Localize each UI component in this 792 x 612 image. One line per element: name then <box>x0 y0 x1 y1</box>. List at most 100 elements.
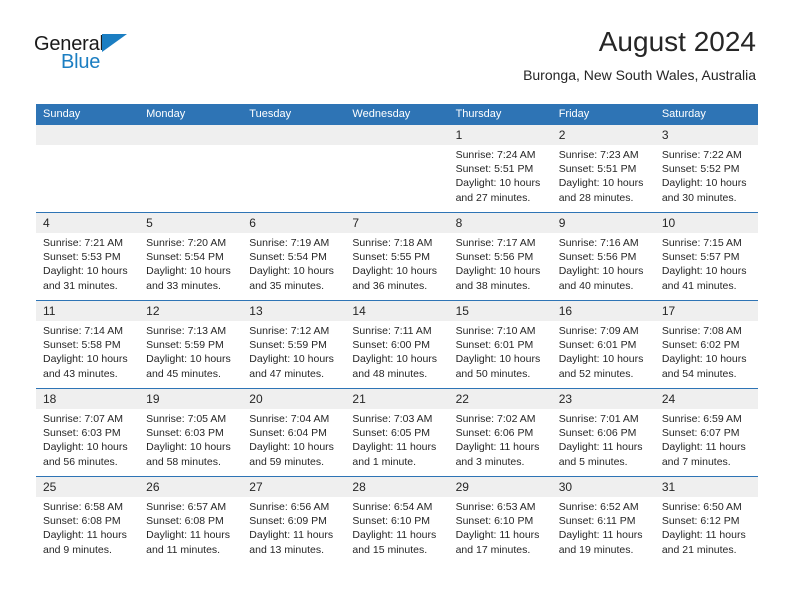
day-number: 24 <box>654 389 758 409</box>
daylight-text: Daylight: 11 hours and 9 minutes. <box>43 529 127 556</box>
sunrise-text: Sunrise: 6:52 AM <box>558 501 639 513</box>
sunset-text: Sunset: 5:51 PM <box>558 163 637 176</box>
calendar-day-cell[interactable]: 24 Sunrise: 6:59 AM Sunset: 6:07 PM Dayligh… <box>654 388 758 477</box>
logo-triangle-icon <box>102 34 127 52</box>
day-details: Sunrise: 6:58 AM Sunset: 6:08 PM Daylight:… <box>36 497 139 557</box>
sunset-text: Sunset: 6:10 PM <box>455 515 534 528</box>
day-number: 1 <box>448 125 552 145</box>
calendar-day-cell[interactable]: 29 Sunrise: 6:53 AM Sunset: 6:10 PM Dayligh… <box>448 476 552 565</box>
daylight-text: Daylight: 10 hours and 56 minutes. <box>43 441 128 468</box>
daylight-text: Daylight: 10 hours and 36 minutes. <box>352 265 438 292</box>
day-details: Sunrise: 7:01 AM Sunset: 6:06 PM Daylight:… <box>552 409 655 469</box>
daylight-text: Daylight: 11 hours and 1 minute. <box>352 441 437 468</box>
daylight-text: Daylight: 10 hours and 59 minutes. <box>249 441 334 468</box>
sunset-text: Sunset: 6:00 PM <box>352 339 431 352</box>
calendar-day-cell[interactable]: 28 Sunrise: 6:54 AM Sunset: 6:10 PM Dayligh… <box>345 476 449 565</box>
calendar-day-cell[interactable]: 18 Sunrise: 7:07 AM Sunset: 6:03 PM Dayligh… <box>36 388 140 477</box>
sunrise-text: Sunrise: 7:21 AM <box>43 237 123 249</box>
daylight-text: Daylight: 10 hours and 28 minutes. <box>558 177 644 204</box>
calendar-day-cell[interactable]: 30 Sunrise: 6:52 AM Sunset: 6:11 PM Dayligh… <box>551 476 655 565</box>
day-details: Sunrise: 7:23 AM Sunset: 5:51 PM Daylight:… <box>552 145 655 205</box>
calendar-day-cell[interactable]: 17 Sunrise: 7:08 AM Sunset: 6:02 PM Dayligh… <box>654 300 758 389</box>
day-details: Sunrise: 7:18 AM Sunset: 5:55 PM Daylight:… <box>345 233 448 293</box>
sunset-text: Sunset: 6:06 PM <box>455 427 534 440</box>
sunrise-text: Sunrise: 7:03 AM <box>352 413 433 425</box>
calendar-day-cell[interactable]: 3 Sunrise: 7:22 AM Sunset: 5:52 PM Daylight… <box>654 124 758 213</box>
day-number: 2 <box>551 125 655 145</box>
calendar-day-cell[interactable]: 23 Sunrise: 7:01 AM Sunset: 6:06 PM Dayligh… <box>551 388 655 477</box>
calendar-day-cell[interactable]: 20 Sunrise: 7:04 AM Sunset: 6:04 PM Dayligh… <box>242 388 346 477</box>
calendar-day-cell[interactable]: 13 Sunrise: 7:12 AM Sunset: 5:59 PM Dayligh… <box>242 300 346 389</box>
general-blue-logo[interactable]: General Blue <box>34 34 154 78</box>
sunrise-text: Sunrise: 6:59 AM <box>661 413 742 425</box>
daylight-text: Daylight: 10 hours and 38 minutes. <box>455 265 541 292</box>
sunset-text: Sunset: 6:05 PM <box>352 427 431 440</box>
calendar-day-cell[interactable]: 5 Sunrise: 7:20 AM Sunset: 5:54 PM Daylight… <box>139 212 243 301</box>
sunrise-text: Sunrise: 7:15 AM <box>661 237 742 249</box>
weekday-header-sunday: Sunday <box>36 104 140 125</box>
calendar-day-cell[interactable]: 6 Sunrise: 7:19 AM Sunset: 5:54 PM Daylight… <box>242 212 346 301</box>
day-number: 26 <box>139 477 243 497</box>
weekday-header-thursday: Thursday <box>448 104 552 125</box>
calendar-table: Sunday Monday Tuesday Wednesday Thursday… <box>36 104 758 565</box>
day-number: 5 <box>139 213 243 233</box>
sunrise-text: Sunrise: 7:11 AM <box>352 325 432 337</box>
calendar-day-cell[interactable]: 19 Sunrise: 7:05 AM Sunset: 6:03 PM Dayligh… <box>139 388 243 477</box>
sunrise-text: Sunrise: 7:10 AM <box>455 325 536 337</box>
daylight-text: Daylight: 11 hours and 11 minutes. <box>146 529 230 556</box>
sunrise-text: Sunrise: 7:24 AM <box>455 149 536 161</box>
calendar-day-cell[interactable]: 14 Sunrise: 7:11 AM Sunset: 6:00 PM Dayligh… <box>345 300 449 389</box>
calendar-day-cell[interactable]: 26 Sunrise: 6:57 AM Sunset: 6:08 PM Dayligh… <box>139 476 243 565</box>
calendar-day-cell[interactable]: 4 Sunrise: 7:21 AM Sunset: 5:53 PM Daylight… <box>36 212 140 301</box>
day-number: 21 <box>345 389 449 409</box>
calendar-day-cell[interactable]: 15 Sunrise: 7:10 AM Sunset: 6:01 PM Dayligh… <box>448 300 552 389</box>
sunrise-text: Sunrise: 7:08 AM <box>661 325 742 337</box>
calendar-day-cell[interactable]: 11 Sunrise: 7:14 AM Sunset: 5:58 PM Dayligh… <box>36 300 140 389</box>
calendar-day-cell[interactable]: 2 Sunrise: 7:23 AM Sunset: 5:51 PM Daylight… <box>551 124 655 213</box>
sunrise-text: Sunrise: 7:16 AM <box>558 237 639 249</box>
title-block: August 2024 Buronga, New South Wales, Au… <box>523 26 756 84</box>
calendar-week-row: 1 Sunrise: 7:24 AM Sunset: 5:51 PM Daylight… <box>36 124 758 213</box>
calendar-body: 1 Sunrise: 7:24 AM Sunset: 5:51 PM Daylight… <box>36 124 758 565</box>
sunset-text: Sunset: 5:52 PM <box>661 163 740 176</box>
day-number: 15 <box>448 301 552 321</box>
calendar-day-cell[interactable]: 21 Sunrise: 7:03 AM Sunset: 6:05 PM Dayligh… <box>345 388 449 477</box>
sunrise-text: Sunrise: 7:14 AM <box>43 325 123 337</box>
sunrise-text: Sunrise: 7:23 AM <box>558 149 639 161</box>
day-number: 17 <box>654 301 758 321</box>
sunset-text: Sunset: 6:01 PM <box>455 339 534 352</box>
calendar-day-cell[interactable]: 8 Sunrise: 7:17 AM Sunset: 5:56 PM Daylight… <box>448 212 552 301</box>
day-details: Sunrise: 7:12 AM Sunset: 5:59 PM Daylight:… <box>242 321 345 381</box>
sunrise-text: Sunrise: 7:18 AM <box>352 237 433 249</box>
calendar-day-cell[interactable]: 12 Sunrise: 7:13 AM Sunset: 5:59 PM Dayligh… <box>139 300 243 389</box>
day-number: 25 <box>36 477 140 497</box>
sunset-text: Sunset: 6:02 PM <box>661 339 740 352</box>
calendar-day-cell[interactable]: 31 Sunrise: 6:50 AM Sunset: 6:12 PM Dayligh… <box>654 476 758 565</box>
daylight-text: Daylight: 11 hours and 7 minutes. <box>661 441 746 468</box>
calendar-day-cell[interactable]: 16 Sunrise: 7:09 AM Sunset: 6:01 PM Dayligh… <box>551 300 655 389</box>
daylight-text: Daylight: 11 hours and 17 minutes. <box>455 529 540 556</box>
sunrise-text: Sunrise: 7:02 AM <box>455 413 536 425</box>
calendar-week-row: 25 Sunrise: 6:58 AM Sunset: 6:08 PM Dayligh… <box>36 476 758 565</box>
sunrise-text: Sunrise: 7:05 AM <box>146 413 227 425</box>
calendar-day-cell[interactable]: 1 Sunrise: 7:24 AM Sunset: 5:51 PM Daylight… <box>448 124 552 213</box>
calendar-day-cell[interactable]: 22 Sunrise: 7:02 AM Sunset: 6:06 PM Dayligh… <box>448 388 552 477</box>
day-number <box>242 125 346 145</box>
calendar-day-cell[interactable]: 9 Sunrise: 7:16 AM Sunset: 5:56 PM Daylight… <box>551 212 655 301</box>
day-details: Sunrise: 7:19 AM Sunset: 5:54 PM Daylight:… <box>242 233 345 293</box>
calendar-day-cell[interactable]: 25 Sunrise: 6:58 AM Sunset: 6:08 PM Dayligh… <box>36 476 140 565</box>
daylight-text: Daylight: 11 hours and 3 minutes. <box>455 441 540 468</box>
sunrise-text: Sunrise: 6:53 AM <box>455 501 536 513</box>
sunset-text: Sunset: 5:59 PM <box>249 339 327 352</box>
day-details: Sunrise: 7:20 AM Sunset: 5:54 PM Daylight:… <box>139 233 242 293</box>
sunrise-text: Sunrise: 7:07 AM <box>43 413 123 425</box>
sunset-text: Sunset: 6:10 PM <box>352 515 431 528</box>
day-details: Sunrise: 7:02 AM Sunset: 6:06 PM Daylight:… <box>449 409 552 469</box>
calendar-day-cell[interactable]: 27 Sunrise: 6:56 AM Sunset: 6:09 PM Dayligh… <box>242 476 346 565</box>
calendar-day-cell[interactable]: 7 Sunrise: 7:18 AM Sunset: 5:55 PM Daylight… <box>345 212 449 301</box>
day-details: Sunrise: 6:50 AM Sunset: 6:12 PM Daylight:… <box>655 497 758 557</box>
sunrise-text: Sunrise: 7:17 AM <box>455 237 536 249</box>
day-details: Sunrise: 7:10 AM Sunset: 6:01 PM Daylight:… <box>449 321 552 381</box>
sunset-text: Sunset: 5:55 PM <box>352 251 431 264</box>
calendar-day-cell[interactable]: 10 Sunrise: 7:15 AM Sunset: 5:57 PM Dayligh… <box>654 212 758 301</box>
